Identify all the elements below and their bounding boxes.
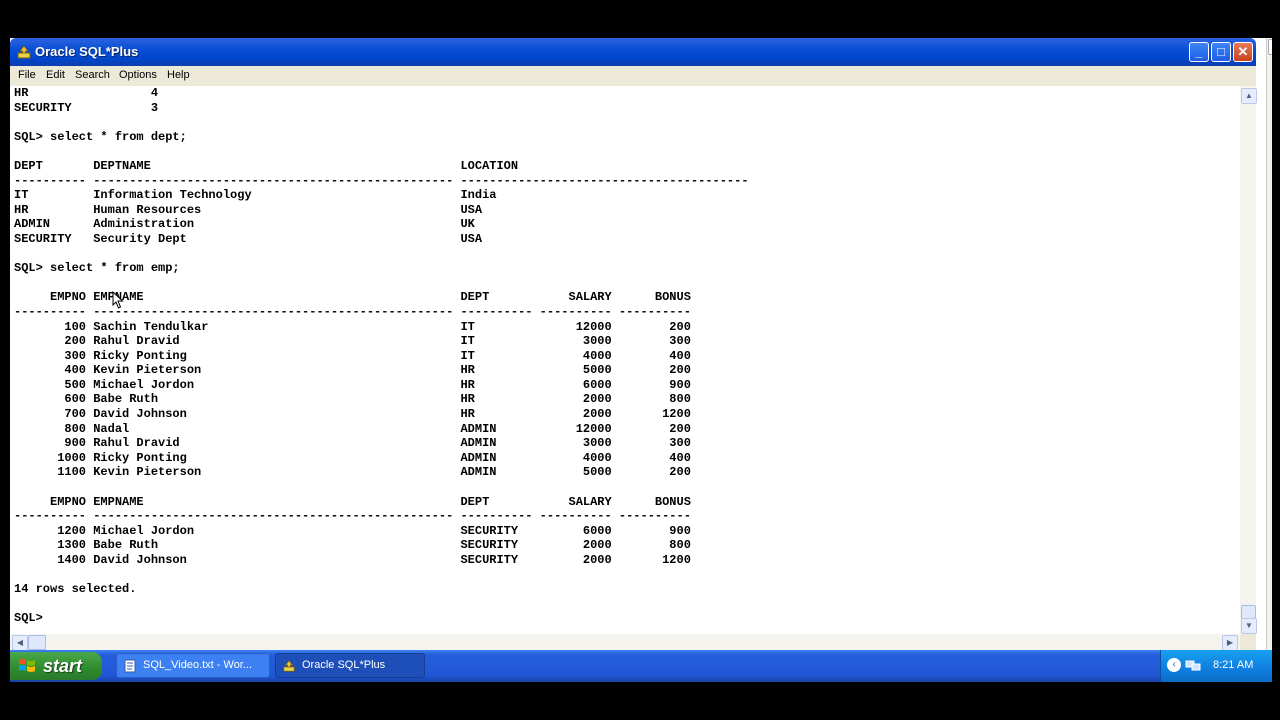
console-line: SQL> [14, 611, 43, 626]
scroll-up-icon[interactable]: ▲ [1241, 88, 1257, 104]
taskbar-item-sqlplus[interactable]: Oracle SQL*Plus [275, 653, 425, 678]
console-line: 500 Michael Jordon HR 6000 900 [14, 377, 691, 392]
window-title: Oracle SQL*Plus [35, 44, 139, 59]
console-line: 1200 Michael Jordon SECURITY 6000 900 [14, 523, 691, 538]
close-button[interactable]: ✕ [1233, 42, 1253, 62]
chevron-left-icon[interactable]: ‹ [1167, 658, 1181, 672]
menu-edit[interactable]: Edit [46, 69, 65, 81]
desktop-screen: Oracle SQL*Plus _ □ ✕ File Edit Search O… [10, 38, 1272, 682]
clock: 8:21 AM [1213, 659, 1254, 671]
console-line: SQL> select * from emp; [14, 261, 180, 276]
taskbar-item-label: SQL_Video.txt - Wor... [143, 659, 253, 671]
console-line: SECURITY 3 [14, 100, 159, 115]
outer-vertical-scrollbar[interactable]: ▲ ▼ [1266, 38, 1272, 682]
sqlplus-window: Oracle SQL*Plus _ □ ✕ File Edit Search O… [10, 38, 1257, 651]
scroll-left-icon[interactable]: ◀ [12, 635, 28, 651]
console-line: 1400 David Johnson SECURITY 2000 1200 [14, 553, 691, 567]
console-line: 400 Kevin Pieterson HR 5000 200 [14, 363, 691, 378]
menu-file[interactable]: File [18, 69, 36, 81]
console-line: HR Human Resources USA [14, 202, 483, 217]
start-button[interactable]: start [10, 652, 102, 680]
minimize-icon: _ [1195, 44, 1203, 59]
vertical-scroll-thumb[interactable] [1241, 605, 1256, 619]
close-icon: ✕ [1237, 44, 1249, 59]
console-line: ---------- -----------------------------… [14, 304, 691, 319]
menu-bar: File Edit Search Options Help [10, 66, 1256, 87]
maximize-button[interactable]: □ [1211, 42, 1231, 62]
horizontal-scrollbar[interactable]: ◀ ▶ [10, 634, 1240, 651]
system-tray: ‹ 8:21 AM [1160, 650, 1272, 682]
console-output[interactable]: HR 4 SECURITY 3 SQL> select * from dept; DE… [10, 86, 1240, 634]
windows-logo-icon [19, 659, 35, 672]
start-label: start [43, 656, 83, 676]
console-line: HR 4 [14, 86, 159, 100]
scroll-down-icon[interactable]: ▼ [1241, 618, 1257, 634]
minimize-button[interactable]: _ [1189, 42, 1209, 62]
console-line: 700 David Johnson HR 2000 1200 [14, 407, 691, 422]
console-line: 1100 Kevin Pieterson ADMIN 5000 200 [14, 465, 691, 480]
console-line: DEPT DEPTNAME LOCATION [14, 158, 519, 173]
maximize-icon: □ [1217, 44, 1225, 59]
vertical-scrollbar[interactable]: ▲ ▼ [1240, 86, 1257, 634]
console-line: 1300 Babe Ruth SECURITY 2000 800 [14, 538, 691, 553]
sqlplus-icon [283, 660, 295, 672]
sqlplus-icon [17, 45, 31, 59]
console-line: 100 Sachin Tendulkar IT 12000 200 [14, 319, 691, 334]
menu-options[interactable]: Options [119, 69, 157, 81]
console-line: 200 Rahul Dravid IT 3000 300 [14, 334, 691, 349]
console-line: EMPNO EMPNAME DEPT SALARY BONUS [14, 494, 691, 509]
console-line: ---------- -----------------------------… [14, 509, 691, 524]
console-line: 600 Babe Ruth HR 2000 800 [14, 392, 691, 407]
taskbar-item-label: Oracle SQL*Plus [302, 659, 386, 671]
console-line: SQL> select * from dept; [14, 129, 187, 144]
scroll-right-icon[interactable]: ▶ [1222, 635, 1238, 651]
console-line: ADMIN Administration UK [14, 217, 475, 232]
notepad-icon [124, 659, 136, 673]
taskbar-item-sql-video[interactable]: SQL_Video.txt - Wor... [116, 653, 270, 678]
scrollbar-corner [1240, 634, 1256, 650]
console-line: IT Information Technology India [14, 188, 497, 203]
network-icon[interactable] [1185, 658, 1201, 672]
taskbar: start SQL_Video.txt - Wor... Oracle SQL*… [10, 650, 1272, 682]
title-bar[interactable]: Oracle SQL*Plus _ □ ✕ [10, 38, 1256, 66]
console-line: EMPNO EMPNAME DEPT SALARY BONUS [14, 290, 691, 305]
console-line: 1000 Ricky Ponting ADMIN 4000 400 [14, 450, 691, 465]
horizontal-scroll-thumb[interactable] [28, 635, 46, 650]
console-line: SECURITY Security Dept USA [14, 231, 483, 246]
console-line: 14 rows selected. [14, 582, 137, 597]
menu-search[interactable]: Search [75, 69, 110, 81]
console-lines: HR 4 SECURITY 3 SQL> select * from dept; DE… [14, 86, 749, 626]
menu-help[interactable]: Help [167, 69, 190, 81]
mouse-cursor-icon [112, 291, 124, 309]
outer-scroll-up-icon[interactable]: ▲ [1268, 39, 1272, 55]
console-line: ---------- -----------------------------… [14, 173, 749, 188]
console-line: 800 Nadal ADMIN 12000 200 [14, 421, 691, 436]
console-line: 300 Ricky Ponting IT 4000 400 [14, 348, 691, 363]
console-line: 900 Rahul Dravid ADMIN 3000 300 [14, 436, 691, 451]
